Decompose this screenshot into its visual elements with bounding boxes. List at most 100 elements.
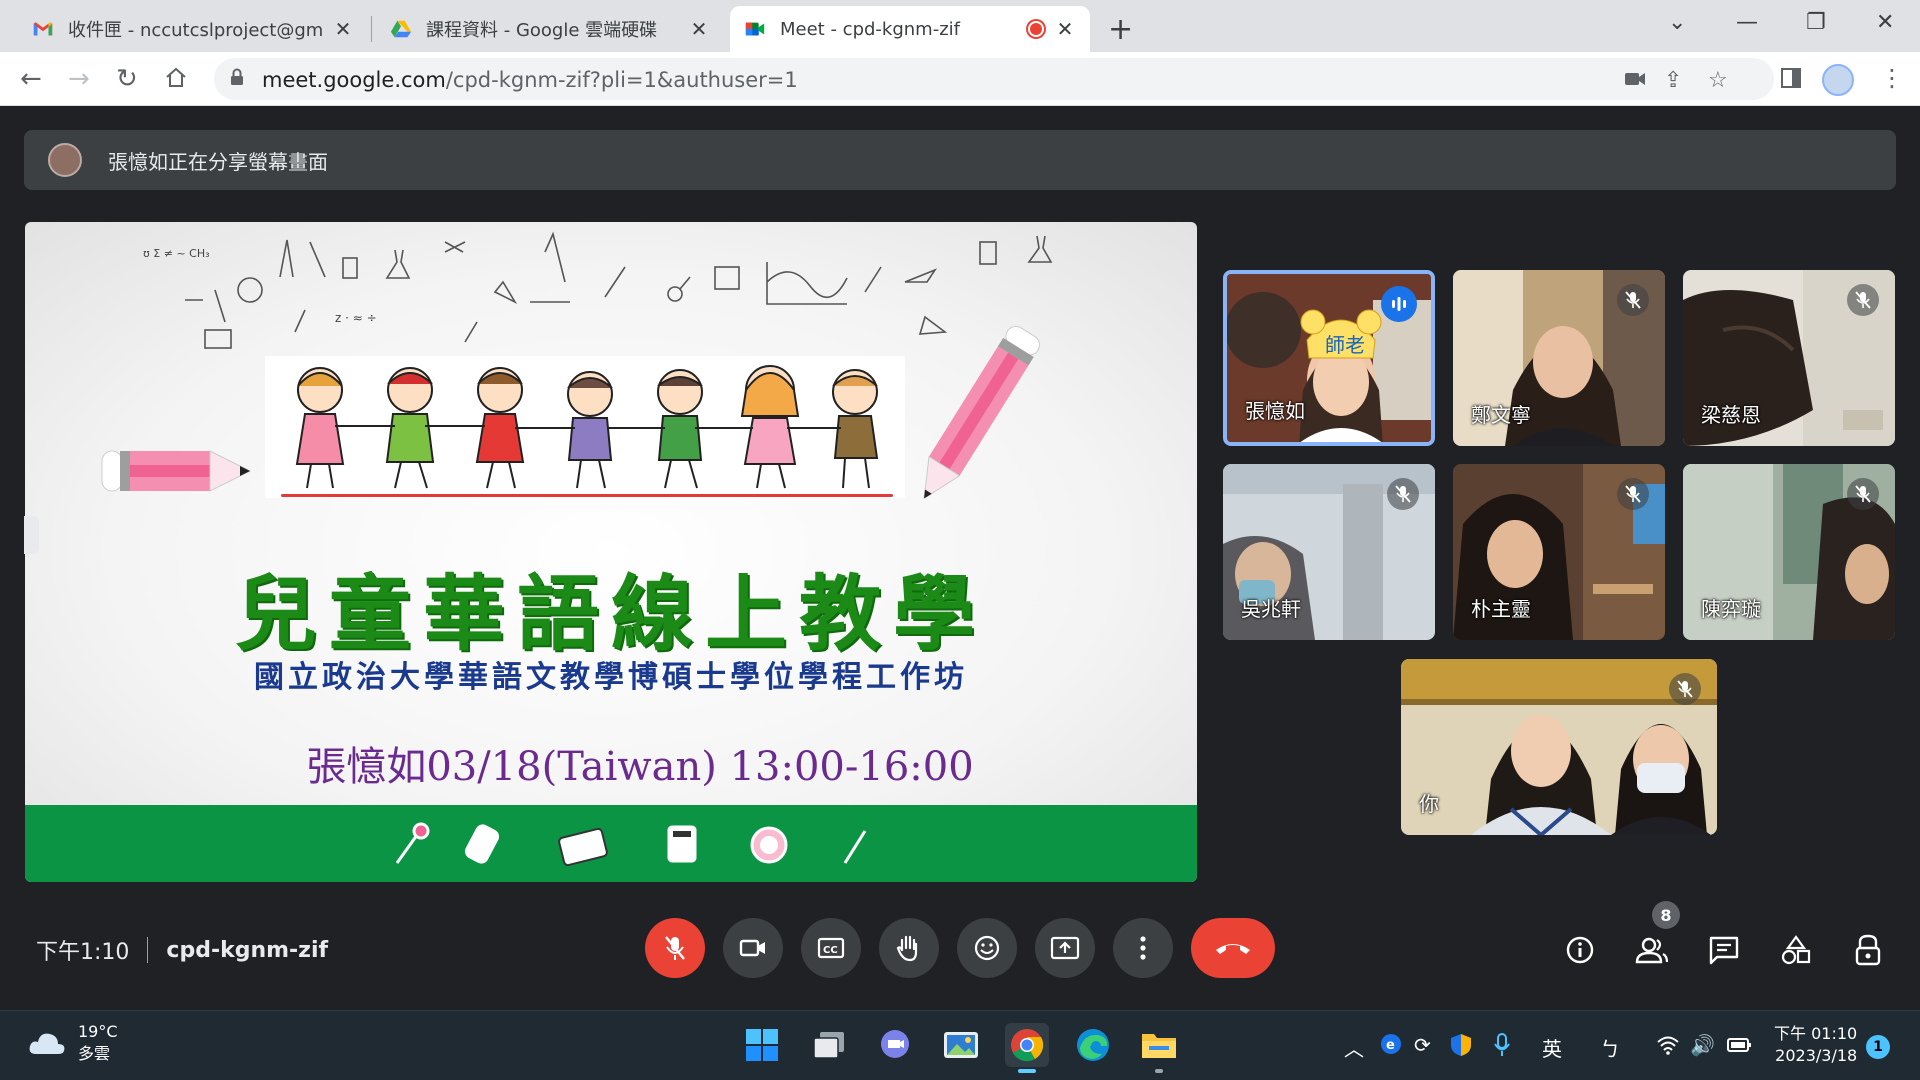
participant-tile[interactable]: 吳兆軒 [1223, 464, 1435, 640]
participant-tile-self[interactable]: 你 [1401, 659, 1717, 835]
show-hidden-icons-icon[interactable]: ︿ [1344, 1033, 1364, 1062]
restore-icon[interactable]: ❐ [1806, 10, 1826, 35]
tab-gmail[interactable]: 收件匣 - nccutcslproject@gmail ✕ [18, 6, 368, 52]
battery-icon[interactable] [1726, 1035, 1752, 1055]
side-panel-icon[interactable] [1780, 67, 1802, 89]
new-tab-button[interactable]: + [1108, 12, 1133, 47]
weather-widget[interactable]: 19°C 多雲 [28, 1021, 118, 1065]
hang-up-icon [1216, 944, 1250, 954]
present-screen-button[interactable] [1035, 918, 1095, 978]
screen-share-banner: 張憶如正在分享螢幕畫面 [24, 130, 1896, 190]
more-options-button[interactable] [1113, 918, 1173, 978]
minimize-icon[interactable]: — [1736, 10, 1758, 35]
participant-tile[interactable]: 朴主靈 [1453, 464, 1665, 640]
muted-mic-icon [1387, 478, 1419, 510]
security-shield-icon[interactable] [1450, 1033, 1472, 1057]
camera-icon [739, 939, 765, 957]
raise-hand-icon [896, 935, 918, 962]
tab-title: 收件匣 - nccutcslproject@gmail [68, 20, 322, 41]
tab-drive[interactable]: 課程資料 - Google 雲端硬碟 ✕ [376, 6, 724, 52]
ime-mode-indicator[interactable]: ㄅ [1600, 1033, 1620, 1062]
camera-toggle-button[interactable] [723, 918, 783, 978]
slide-title: 兒童華語線上教學 [234, 566, 987, 662]
tab-meet[interactable]: Meet - cpd-kgnm-zif ✕ [730, 6, 1090, 52]
captions-button[interactable]: CC [801, 918, 861, 978]
close-tab-icon[interactable]: ✕ [1054, 17, 1076, 41]
omnibox[interactable]: meet.google.com/cpd-kgnm-zif?pli=1&authu… [214, 58, 1774, 100]
microphone-tray-icon[interactable] [1494, 1033, 1510, 1057]
people-button[interactable] [1632, 930, 1672, 970]
people-icon [1635, 937, 1669, 964]
raise-hand-button[interactable] [879, 918, 939, 978]
participant-name: 陳弈璇 [1701, 597, 1761, 621]
tab-search-icon[interactable]: ⌄ [1668, 10, 1686, 35]
weather-description: 多雲 [78, 1044, 111, 1063]
volume-icon[interactable]: 🔊 [1690, 1033, 1715, 1057]
mic-toggle-button[interactable] [645, 918, 705, 978]
lock-icon[interactable] [230, 68, 244, 86]
meeting-code[interactable]: cpd-kgnm-zif [166, 938, 328, 963]
chat-button[interactable] [1704, 930, 1744, 970]
windows-logo-icon [746, 1029, 778, 1061]
file-explorer-button[interactable] [1137, 1023, 1181, 1073]
close-window-icon[interactable]: ✕ [1876, 10, 1894, 35]
teams-chat-button[interactable] [873, 1023, 917, 1067]
ime-language-indicator[interactable]: 英 [1542, 1033, 1562, 1062]
doodle-formula: z · ≈ ÷ [335, 311, 377, 325]
drive-icon [390, 20, 412, 38]
clock-date: 2023/3/18 [1775, 1046, 1858, 1065]
host-controls-button[interactable] [1848, 930, 1888, 970]
reactions-button[interactable] [957, 918, 1017, 978]
participant-tile[interactable]: 鄭文寧 [1453, 270, 1665, 446]
close-tab-icon[interactable]: ✕ [332, 17, 354, 41]
task-view-button[interactable] [807, 1023, 851, 1067]
share-icon[interactable]: ⇪ [1664, 68, 1682, 93]
muted-mic-icon [1617, 478, 1649, 510]
svg-text:師老: 師老 [1325, 333, 1365, 357]
svg-text:CC: CC [823, 945, 838, 956]
meet-icon [745, 22, 765, 36]
chrome-app-button[interactable] [1005, 1023, 1049, 1073]
shared-screen: ʊ Σ ≠ ~ CH₃ z · ≈ ÷ 兒童華語線上教學 國立政治大學華語文教學… [25, 222, 1197, 882]
back-icon[interactable]: ← [20, 64, 42, 94]
captions-icon: CC [817, 937, 845, 959]
decorative-underline [281, 494, 893, 497]
edge-app-button[interactable] [1071, 1023, 1115, 1067]
folder-icon [1142, 1034, 1176, 1058]
url-text[interactable]: meet.google.com/cpd-kgnm-zif?pli=1&authu… [262, 68, 798, 92]
participant-tile[interactable]: 師老 張憶如 [1223, 270, 1435, 446]
meeting-time: 下午1:10 [36, 940, 130, 965]
browser-menu-icon[interactable]: ⋮ [1880, 64, 1904, 92]
muted-mic-icon [1669, 673, 1701, 705]
system-clock[interactable]: 下午 01:10 2023/3/18 [1774, 1023, 1857, 1067]
children-holding-hands-illustration [265, 356, 905, 498]
url-host: meet.google.com [262, 68, 446, 92]
meeting-info-button[interactable] [1560, 930, 1600, 970]
activities-button[interactable] [1776, 930, 1816, 970]
participant-tile[interactable]: 梁慈恩 [1683, 270, 1895, 446]
bookmark-star-icon[interactable]: ☆ [1708, 68, 1728, 93]
participant-tile[interactable]: 陳弈璇 [1683, 464, 1895, 640]
tray-app-e-icon[interactable]: e [1380, 1033, 1402, 1055]
chrome-icon [1011, 1029, 1044, 1062]
stationery-icons-illustration [395, 822, 867, 867]
slide-date-line: 張憶如03/18(Taiwan) 13:00-16:00 [306, 744, 974, 790]
photos-app-button[interactable] [939, 1023, 983, 1067]
muted-mic-icon [1847, 284, 1879, 316]
participant-name: 梁慈恩 [1701, 403, 1761, 427]
participant-name: 朴主靈 [1471, 597, 1531, 621]
leave-call-button[interactable] [1191, 918, 1275, 978]
close-tab-icon[interactable]: ✕ [688, 17, 710, 41]
profile-avatar[interactable] [1822, 64, 1854, 96]
task-view-icon [813, 1032, 844, 1059]
sync-icon[interactable]: ⟳ [1414, 1033, 1431, 1057]
notification-badge[interactable]: 1 [1866, 1035, 1890, 1059]
wifi-icon[interactable] [1656, 1035, 1680, 1055]
home-icon[interactable] [164, 66, 188, 90]
emoji-icon [974, 935, 1000, 961]
camera-in-use-icon[interactable] [1624, 70, 1646, 88]
filmstrip-handle[interactable] [24, 516, 39, 554]
reload-icon[interactable]: ↻ [116, 64, 138, 94]
forward-icon[interactable]: → [68, 64, 90, 94]
start-button[interactable] [740, 1023, 784, 1067]
